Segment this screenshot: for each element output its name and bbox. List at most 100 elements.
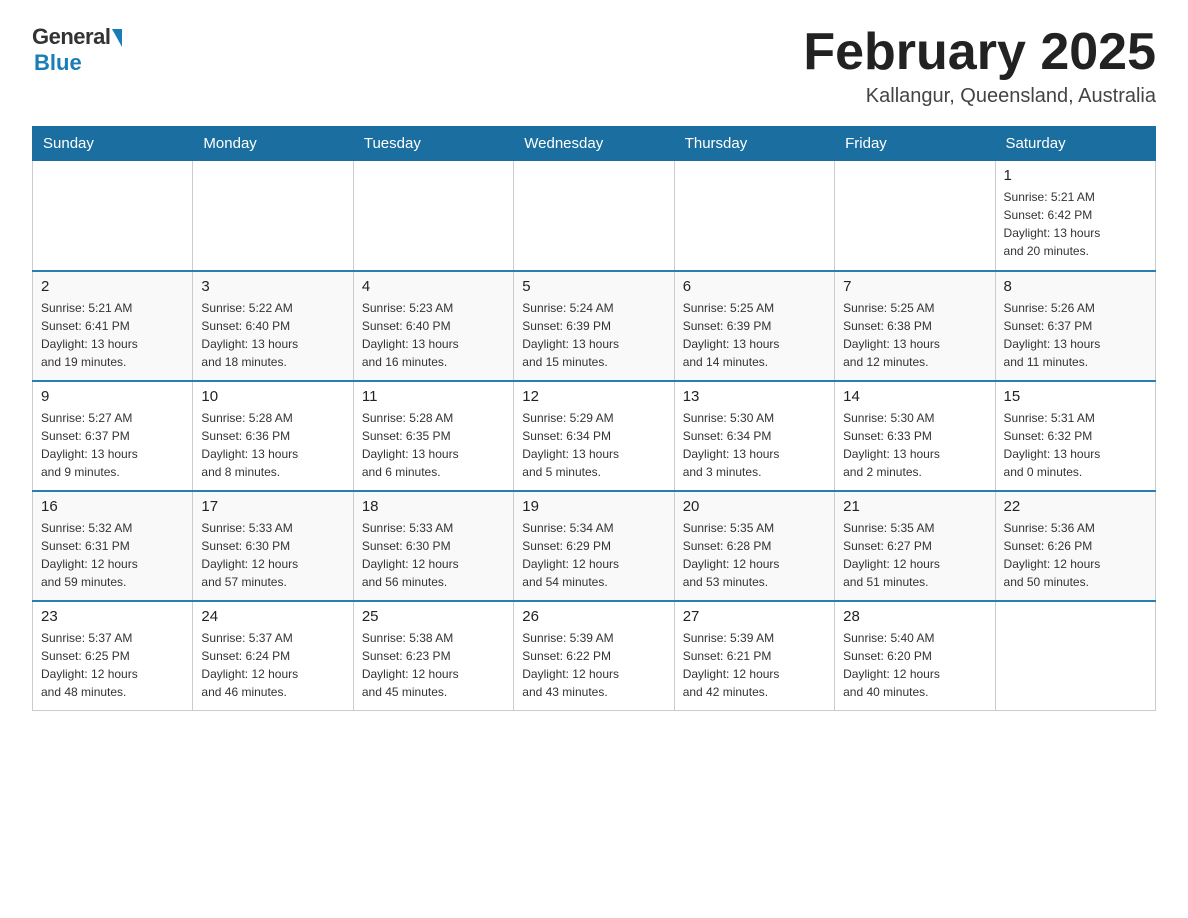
calendar-cell: 11 Sunrise: 5:28 AM Sunset: 6:35 PM Dayli… bbox=[353, 381, 513, 491]
day-number: 9 bbox=[41, 388, 184, 405]
calendar-cell: 24 Sunrise: 5:37 AM Sunset: 6:24 PM Dayli… bbox=[193, 601, 353, 711]
calendar-cell: 19 Sunrise: 5:34 AM Sunset: 6:29 PM Dayli… bbox=[514, 491, 674, 601]
day-number: 8 bbox=[1004, 278, 1147, 295]
day-info: Sunrise: 5:34 AM Sunset: 6:29 PM Dayligh… bbox=[522, 519, 665, 591]
weekday-header-saturday: Saturday bbox=[995, 127, 1155, 161]
weekday-header-wednesday: Wednesday bbox=[514, 127, 674, 161]
calendar-cell: 5 Sunrise: 5:24 AM Sunset: 6:39 PM Daylig… bbox=[514, 271, 674, 381]
calendar-cell bbox=[33, 161, 193, 271]
calendar-cell: 16 Sunrise: 5:32 AM Sunset: 6:31 PM Dayli… bbox=[33, 491, 193, 601]
day-number: 22 bbox=[1004, 498, 1147, 515]
day-number: 2 bbox=[41, 278, 184, 295]
calendar-header: SundayMondayTuesdayWednesdayThursdayFrid… bbox=[33, 127, 1156, 161]
day-number: 17 bbox=[201, 498, 344, 515]
day-info: Sunrise: 5:25 AM Sunset: 6:39 PM Dayligh… bbox=[683, 299, 826, 371]
weekday-header-thursday: Thursday bbox=[674, 127, 834, 161]
day-number: 13 bbox=[683, 388, 826, 405]
day-info: Sunrise: 5:35 AM Sunset: 6:27 PM Dayligh… bbox=[843, 519, 986, 591]
page-header: General Blue February 2025 Kallangur, Qu… bbox=[32, 24, 1156, 108]
calendar-cell: 6 Sunrise: 5:25 AM Sunset: 6:39 PM Daylig… bbox=[674, 271, 834, 381]
day-info: Sunrise: 5:38 AM Sunset: 6:23 PM Dayligh… bbox=[362, 629, 505, 701]
calendar-cell: 17 Sunrise: 5:33 AM Sunset: 6:30 PM Dayli… bbox=[193, 491, 353, 601]
day-number: 4 bbox=[362, 278, 505, 295]
calendar-body: 1 Sunrise: 5:21 AM Sunset: 6:42 PM Daylig… bbox=[33, 161, 1156, 711]
weekday-header-tuesday: Tuesday bbox=[353, 127, 513, 161]
day-number: 10 bbox=[201, 388, 344, 405]
calendar-cell: 20Sunrise: 5:35 AM Sunset: 6:28 PM Dayli… bbox=[674, 491, 834, 601]
day-number: 14 bbox=[843, 388, 986, 405]
calendar-cell: 3Sunrise: 5:22 AM Sunset: 6:40 PM Daylig… bbox=[193, 271, 353, 381]
calendar-cell: 27 Sunrise: 5:39 AM Sunset: 6:21 PM Dayli… bbox=[674, 601, 834, 711]
day-info: Sunrise: 5:37 AM Sunset: 6:24 PM Dayligh… bbox=[201, 629, 344, 701]
day-number: 19 bbox=[522, 498, 665, 515]
calendar-cell bbox=[353, 161, 513, 271]
calendar-cell: 23 Sunrise: 5:37 AM Sunset: 6:25 PM Dayli… bbox=[33, 601, 193, 711]
day-info: Sunrise: 5:32 AM Sunset: 6:31 PM Dayligh… bbox=[41, 519, 184, 591]
day-number: 24 bbox=[201, 608, 344, 625]
location-text: Kallangur, Queensland, Australia bbox=[803, 85, 1156, 108]
calendar-table: SundayMondayTuesdayWednesdayThursdayFrid… bbox=[32, 126, 1156, 711]
day-info: Sunrise: 5:36 AM Sunset: 6:26 PM Dayligh… bbox=[1004, 519, 1147, 591]
week-row-1: 1 Sunrise: 5:21 AM Sunset: 6:42 PM Daylig… bbox=[33, 161, 1156, 271]
day-info: Sunrise: 5:30 AM Sunset: 6:34 PM Dayligh… bbox=[683, 409, 826, 481]
day-info: Sunrise: 5:29 AM Sunset: 6:34 PM Dayligh… bbox=[522, 409, 665, 481]
day-info: Sunrise: 5:31 AM Sunset: 6:32 PM Dayligh… bbox=[1004, 409, 1147, 481]
day-info: Sunrise: 5:33 AM Sunset: 6:30 PM Dayligh… bbox=[201, 519, 344, 591]
calendar-cell: 22 Sunrise: 5:36 AM Sunset: 6:26 PM Dayli… bbox=[995, 491, 1155, 601]
week-row-5: 23 Sunrise: 5:37 AM Sunset: 6:25 PM Dayli… bbox=[33, 601, 1156, 711]
day-info: Sunrise: 5:22 AM Sunset: 6:40 PM Dayligh… bbox=[201, 299, 344, 371]
day-info: Sunrise: 5:27 AM Sunset: 6:37 PM Dayligh… bbox=[41, 409, 184, 481]
day-number: 15 bbox=[1004, 388, 1147, 405]
calendar-cell: 10 Sunrise: 5:28 AM Sunset: 6:36 PM Dayli… bbox=[193, 381, 353, 491]
day-number: 28 bbox=[843, 608, 986, 625]
day-info: Sunrise: 5:37 AM Sunset: 6:25 PM Dayligh… bbox=[41, 629, 184, 701]
calendar-cell: 4 Sunrise: 5:23 AM Sunset: 6:40 PM Daylig… bbox=[353, 271, 513, 381]
calendar-cell: 13 Sunrise: 5:30 AM Sunset: 6:34 PM Dayli… bbox=[674, 381, 834, 491]
calendar-cell bbox=[514, 161, 674, 271]
day-number: 27 bbox=[683, 608, 826, 625]
day-info: Sunrise: 5:40 AM Sunset: 6:20 PM Dayligh… bbox=[843, 629, 986, 701]
day-number: 18 bbox=[362, 498, 505, 515]
day-number: 20 bbox=[683, 498, 826, 515]
day-number: 1 bbox=[1004, 167, 1147, 184]
calendar-cell: 26Sunrise: 5:39 AM Sunset: 6:22 PM Dayli… bbox=[514, 601, 674, 711]
day-info: Sunrise: 5:28 AM Sunset: 6:36 PM Dayligh… bbox=[201, 409, 344, 481]
week-row-3: 9 Sunrise: 5:27 AM Sunset: 6:37 PM Daylig… bbox=[33, 381, 1156, 491]
day-info: Sunrise: 5:23 AM Sunset: 6:40 PM Dayligh… bbox=[362, 299, 505, 371]
calendar-cell bbox=[674, 161, 834, 271]
day-number: 6 bbox=[683, 278, 826, 295]
calendar-cell bbox=[995, 601, 1155, 711]
weekday-header-monday: Monday bbox=[193, 127, 353, 161]
day-number: 12 bbox=[522, 388, 665, 405]
day-info: Sunrise: 5:26 AM Sunset: 6:37 PM Dayligh… bbox=[1004, 299, 1147, 371]
calendar-cell: 7 Sunrise: 5:25 AM Sunset: 6:38 PM Daylig… bbox=[835, 271, 995, 381]
month-title: February 2025 bbox=[803, 24, 1156, 81]
day-info: Sunrise: 5:24 AM Sunset: 6:39 PM Dayligh… bbox=[522, 299, 665, 371]
day-number: 11 bbox=[362, 388, 505, 405]
day-info: Sunrise: 5:33 AM Sunset: 6:30 PM Dayligh… bbox=[362, 519, 505, 591]
calendar-cell: 14 Sunrise: 5:30 AM Sunset: 6:33 PM Dayli… bbox=[835, 381, 995, 491]
title-block: February 2025 Kallangur, Queensland, Aus… bbox=[803, 24, 1156, 108]
day-number: 16 bbox=[41, 498, 184, 515]
weekday-header-friday: Friday bbox=[835, 127, 995, 161]
day-number: 7 bbox=[843, 278, 986, 295]
day-info: Sunrise: 5:30 AM Sunset: 6:33 PM Dayligh… bbox=[843, 409, 986, 481]
day-number: 5 bbox=[522, 278, 665, 295]
calendar-cell: 25 Sunrise: 5:38 AM Sunset: 6:23 PM Dayli… bbox=[353, 601, 513, 711]
day-number: 25 bbox=[362, 608, 505, 625]
day-info: Sunrise: 5:28 AM Sunset: 6:35 PM Dayligh… bbox=[362, 409, 505, 481]
week-row-4: 16 Sunrise: 5:32 AM Sunset: 6:31 PM Dayli… bbox=[33, 491, 1156, 601]
day-number: 23 bbox=[41, 608, 184, 625]
calendar-cell: 8 Sunrise: 5:26 AM Sunset: 6:37 PM Daylig… bbox=[995, 271, 1155, 381]
calendar-cell: 28 Sunrise: 5:40 AM Sunset: 6:20 PM Dayli… bbox=[835, 601, 995, 711]
logo-general-text: General bbox=[32, 24, 110, 50]
calendar-cell: 9 Sunrise: 5:27 AM Sunset: 6:37 PM Daylig… bbox=[33, 381, 193, 491]
calendar-cell: 1 Sunrise: 5:21 AM Sunset: 6:42 PM Daylig… bbox=[995, 161, 1155, 271]
calendar-cell: 2Sunrise: 5:21 AM Sunset: 6:41 PM Daylig… bbox=[33, 271, 193, 381]
logo: General Blue bbox=[32, 24, 122, 76]
day-info: Sunrise: 5:25 AM Sunset: 6:38 PM Dayligh… bbox=[843, 299, 986, 371]
calendar-cell bbox=[835, 161, 995, 271]
day-info: Sunrise: 5:21 AM Sunset: 6:42 PM Dayligh… bbox=[1004, 188, 1147, 260]
day-info: Sunrise: 5:39 AM Sunset: 6:21 PM Dayligh… bbox=[683, 629, 826, 701]
week-row-2: 2Sunrise: 5:21 AM Sunset: 6:41 PM Daylig… bbox=[33, 271, 1156, 381]
